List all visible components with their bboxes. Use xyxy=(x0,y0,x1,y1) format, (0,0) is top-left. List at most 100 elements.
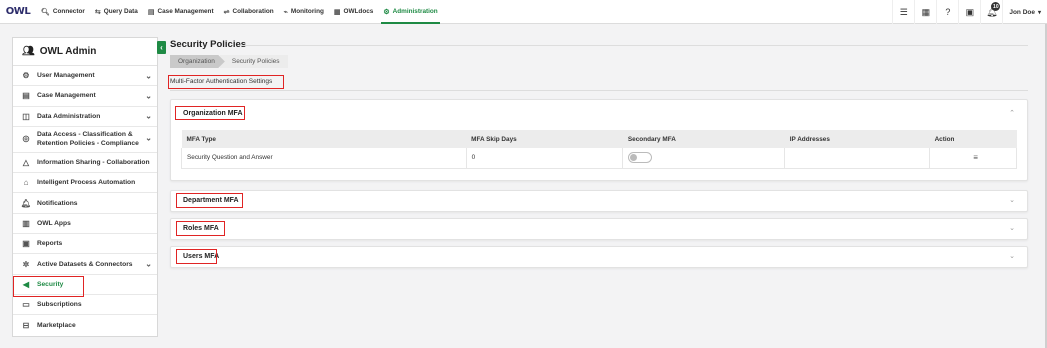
nav-monitoring[interactable]: ⌁ Monitoring xyxy=(279,0,329,24)
collaboration-icon: ⇌ xyxy=(223,8,230,16)
cell-action: ≡ xyxy=(929,148,1017,169)
sidebar-item-notifications[interactable]: 🔔︎ Notifications xyxy=(13,193,157,214)
help-icon[interactable]: ? xyxy=(936,0,958,24)
sidebar-item-case-management[interactable]: ▤ Case Management ⌄ xyxy=(13,86,157,107)
case-icon: ▤ xyxy=(147,8,155,16)
breadcrumb: Organization Security Policies xyxy=(170,55,288,68)
sidebar-item-label: OWL Apps xyxy=(37,219,71,227)
users-mfa-title: Users MFA xyxy=(183,253,220,260)
calendar-icon[interactable]: ▦ xyxy=(914,0,936,24)
breadcrumb-security-policies: Security Policies xyxy=(219,55,288,68)
chevron-down-icon: ⌄ xyxy=(1009,225,1015,232)
sidebar-item-data-administration[interactable]: ◫ Data Administration ⌄ xyxy=(13,107,157,127)
chevron-up-icon[interactable]: ⌃ xyxy=(1009,109,1015,117)
sidebar-item-label: Subscriptions xyxy=(37,301,82,309)
sidebar-item-owl-apps[interactable]: ▥ OWL Apps xyxy=(13,214,157,235)
cell-secondary-mfa xyxy=(622,148,786,169)
roles-mfa-title: Roles MFA xyxy=(183,225,219,232)
apps-icon: ▥ xyxy=(22,218,30,228)
cell-skip-days: 0 xyxy=(466,148,624,169)
connectors-icon: ✲ xyxy=(22,259,30,269)
department-mfa-panel[interactable]: Department MFA ⌄ xyxy=(170,190,1028,212)
organization-mfa-title[interactable]: Organization MFA xyxy=(183,110,243,117)
sidebar-item-label: Reports xyxy=(37,240,63,248)
column-header-ip-addresses: IP Addresses xyxy=(784,130,930,148)
sidebar-item-label: Marketplace xyxy=(37,321,76,329)
cell-mfa-type: Security Question and Answer xyxy=(181,148,467,169)
nav-label: Administration xyxy=(392,8,438,15)
chevron-down-icon: ⌄ xyxy=(1009,197,1015,204)
top-right-toolbar: ☰ ▦ ? ▣ 🔔︎ 10 Jon Doe ▾ xyxy=(892,0,1047,24)
secondary-mfa-toggle[interactable] xyxy=(628,152,653,164)
users-icon: 👥︎ xyxy=(22,46,35,57)
users-mfa-panel[interactable]: Users MFA ⌄ xyxy=(170,246,1028,268)
toggle-knob xyxy=(630,154,638,162)
sidebar-header: 👥︎ OWL Admin xyxy=(13,38,157,66)
column-header-secondary-mfa: Secondary MFA xyxy=(622,130,785,148)
sidebar-item-subscriptions[interactable]: ▭ Subscriptions xyxy=(13,295,157,316)
sidebar-item-label: Intelligent Process Automation xyxy=(37,179,136,187)
admin-sidebar: 👥︎ OWL Admin ⚙ User Management ⌄ ▤ Case Man… xyxy=(12,37,158,337)
sidebar-item-information-sharing[interactable]: △ Information Sharing - Collaboration xyxy=(13,153,157,174)
department-mfa-title: Department MFA xyxy=(183,197,239,204)
settings-divider xyxy=(170,90,1028,91)
sidebar-item-marketplace[interactable]: ⊟ Marketplace xyxy=(13,315,157,335)
user-menu[interactable]: Jon Doe ▾ xyxy=(1002,0,1047,24)
sidebar-item-user-management[interactable]: ⚙ User Management ⌄ xyxy=(13,66,157,87)
nav-administration[interactable]: ⚙ Administration xyxy=(378,0,442,24)
label-line-1: Data Access - Classification & xyxy=(37,131,133,139)
administration-icon: ⚙ xyxy=(383,8,390,16)
automation-icon: ⌂ xyxy=(23,178,29,188)
nav-query-data[interactable]: ⇆ Query Data xyxy=(90,0,143,24)
report-icon: ▣ xyxy=(22,239,30,249)
nav-case-management[interactable]: ▤ Case Management xyxy=(143,0,219,24)
collapse-sidebar-button[interactable]: ‹ xyxy=(157,41,166,54)
docs-icon: ▦ xyxy=(333,8,341,16)
user-name: Jon Doe xyxy=(1009,8,1035,16)
nav-label: Query Data xyxy=(103,8,138,15)
nav-label: Case Management xyxy=(157,8,214,15)
user-settings-icon: ⚙ xyxy=(22,71,30,81)
page-title: Security Policies xyxy=(170,39,247,50)
sidebar-item-reports[interactable]: ▣ Reports xyxy=(13,234,157,255)
security-icon: ◀ xyxy=(22,279,30,289)
nav-label: Connector xyxy=(52,8,85,15)
nav-connector[interactable]: 🔍︎ Connector xyxy=(36,0,90,24)
sidebar-item-label: User Management xyxy=(37,72,95,80)
chevron-down-icon: ⌄ xyxy=(1009,253,1015,260)
sidebar-item-intelligent-process-automation[interactable]: ⌂ Intelligent Process Automation xyxy=(13,173,157,194)
main-nav: 🔍︎ Connector ⇆ Query Data ▤ Case Management… xyxy=(36,0,443,24)
sidebar-item-data-access[interactable]: ◎ Data Access - Classification & Retention… xyxy=(13,127,157,153)
roles-mfa-panel[interactable]: Roles MFA ⌄ xyxy=(170,218,1028,240)
owl-logo[interactable]: OWL xyxy=(3,1,33,23)
compliance-icon: ◎ xyxy=(22,133,30,143)
nav-owldocs[interactable]: ▦ OWLdocs xyxy=(329,0,378,24)
bell-icon: 🔔︎ xyxy=(20,198,32,208)
nav-label: OWLdocs xyxy=(343,8,374,15)
mfa-table: MFA Type MFA Skip Days Secondary MFA IP … xyxy=(181,130,1017,169)
sidebar-title: OWL Admin xyxy=(39,46,97,57)
sidebar-item-security[interactable]: ◀ Security xyxy=(13,275,157,295)
notification-badge: 10 xyxy=(991,2,1001,11)
nav-label: Collaboration xyxy=(232,8,274,15)
chevron-down-icon: ⌄ xyxy=(145,111,152,121)
top-navigation-bar: OWL 🔍︎ Connector ⇆ Query Data ▤ Case Manage… xyxy=(0,0,1047,24)
table-header-row: MFA Type MFA Skip Days Secondary MFA IP … xyxy=(181,130,1017,148)
chevron-down-icon: ⌄ xyxy=(145,91,152,101)
notification-bell-icon[interactable]: 🔔︎ 10 xyxy=(980,0,1002,24)
query-icon: ⇆ xyxy=(94,8,101,16)
chat-icon[interactable]: ☰ xyxy=(892,0,914,24)
sidebar-item-active-datasets[interactable]: ✲ Active Datasets & Connectors ⌄ xyxy=(13,254,157,275)
cell-ip-addresses xyxy=(784,148,931,169)
apps-icon[interactable]: ▣ xyxy=(958,0,980,24)
database-icon: ◫ xyxy=(22,111,30,121)
title-divider xyxy=(240,45,1028,46)
case-icon: ▤ xyxy=(22,91,30,101)
sidebar-item-label: Data Access - Classification & Retention … xyxy=(37,130,139,148)
nav-collaboration[interactable]: ⇌ Collaboration xyxy=(219,0,279,24)
sharing-icon: △ xyxy=(22,158,30,168)
breadcrumb-organization[interactable]: Organization xyxy=(170,55,225,68)
column-header-skip-days: MFA Skip Days xyxy=(466,130,623,148)
column-header-action: Action xyxy=(929,130,1017,148)
menu-icon[interactable]: ≡ xyxy=(935,153,1016,162)
